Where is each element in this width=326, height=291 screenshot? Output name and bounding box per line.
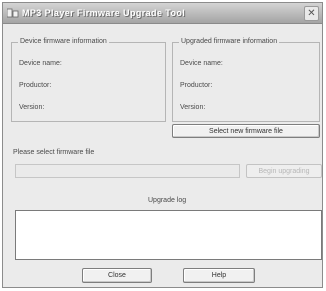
file-prompt-label: Please select firmware file	[13, 149, 95, 156]
device-firmware-group: Device firmware information Device name:…	[11, 38, 166, 122]
upgrade-log-area[interactable]	[15, 210, 322, 260]
title-bar[interactable]: MP3 Player Firmware Upgrade Tool ✕	[3, 3, 322, 24]
begin-upgrading-button[interactable]: Begin upgrading	[246, 164, 322, 178]
app-icon	[7, 8, 19, 18]
window-title: MP3 Player Firmware Upgrade Tool	[22, 8, 186, 18]
upgrade-tool-window: MP3 Player Firmware Upgrade Tool ✕ Devic…	[2, 2, 323, 288]
upgraded-firmware-group: Upgraded firmware information Device nam…	[172, 38, 320, 122]
firmware-file-path-field[interactable]	[15, 164, 240, 178]
productor-label: Productor:	[19, 82, 52, 89]
close-icon: ✕	[307, 8, 316, 19]
version-label: Version:	[19, 104, 45, 111]
select-firmware-file-button[interactable]: Select new firmware file	[172, 124, 320, 138]
close-button[interactable]: Close	[82, 268, 152, 283]
upgraded-productor-label: Productor:	[180, 82, 213, 89]
device-name-label: Device name:	[19, 60, 62, 67]
close-window-button[interactable]: ✕	[304, 6, 319, 21]
upgraded-version-label: Version:	[180, 104, 206, 111]
device-firmware-legend: Device firmware information	[18, 38, 109, 45]
help-button[interactable]: Help	[183, 268, 255, 283]
upgraded-device-name-label: Device name:	[180, 60, 223, 67]
upgraded-firmware-legend: Upgraded firmware information	[179, 38, 280, 45]
upgrade-log-label: Upgrade log	[148, 197, 187, 204]
